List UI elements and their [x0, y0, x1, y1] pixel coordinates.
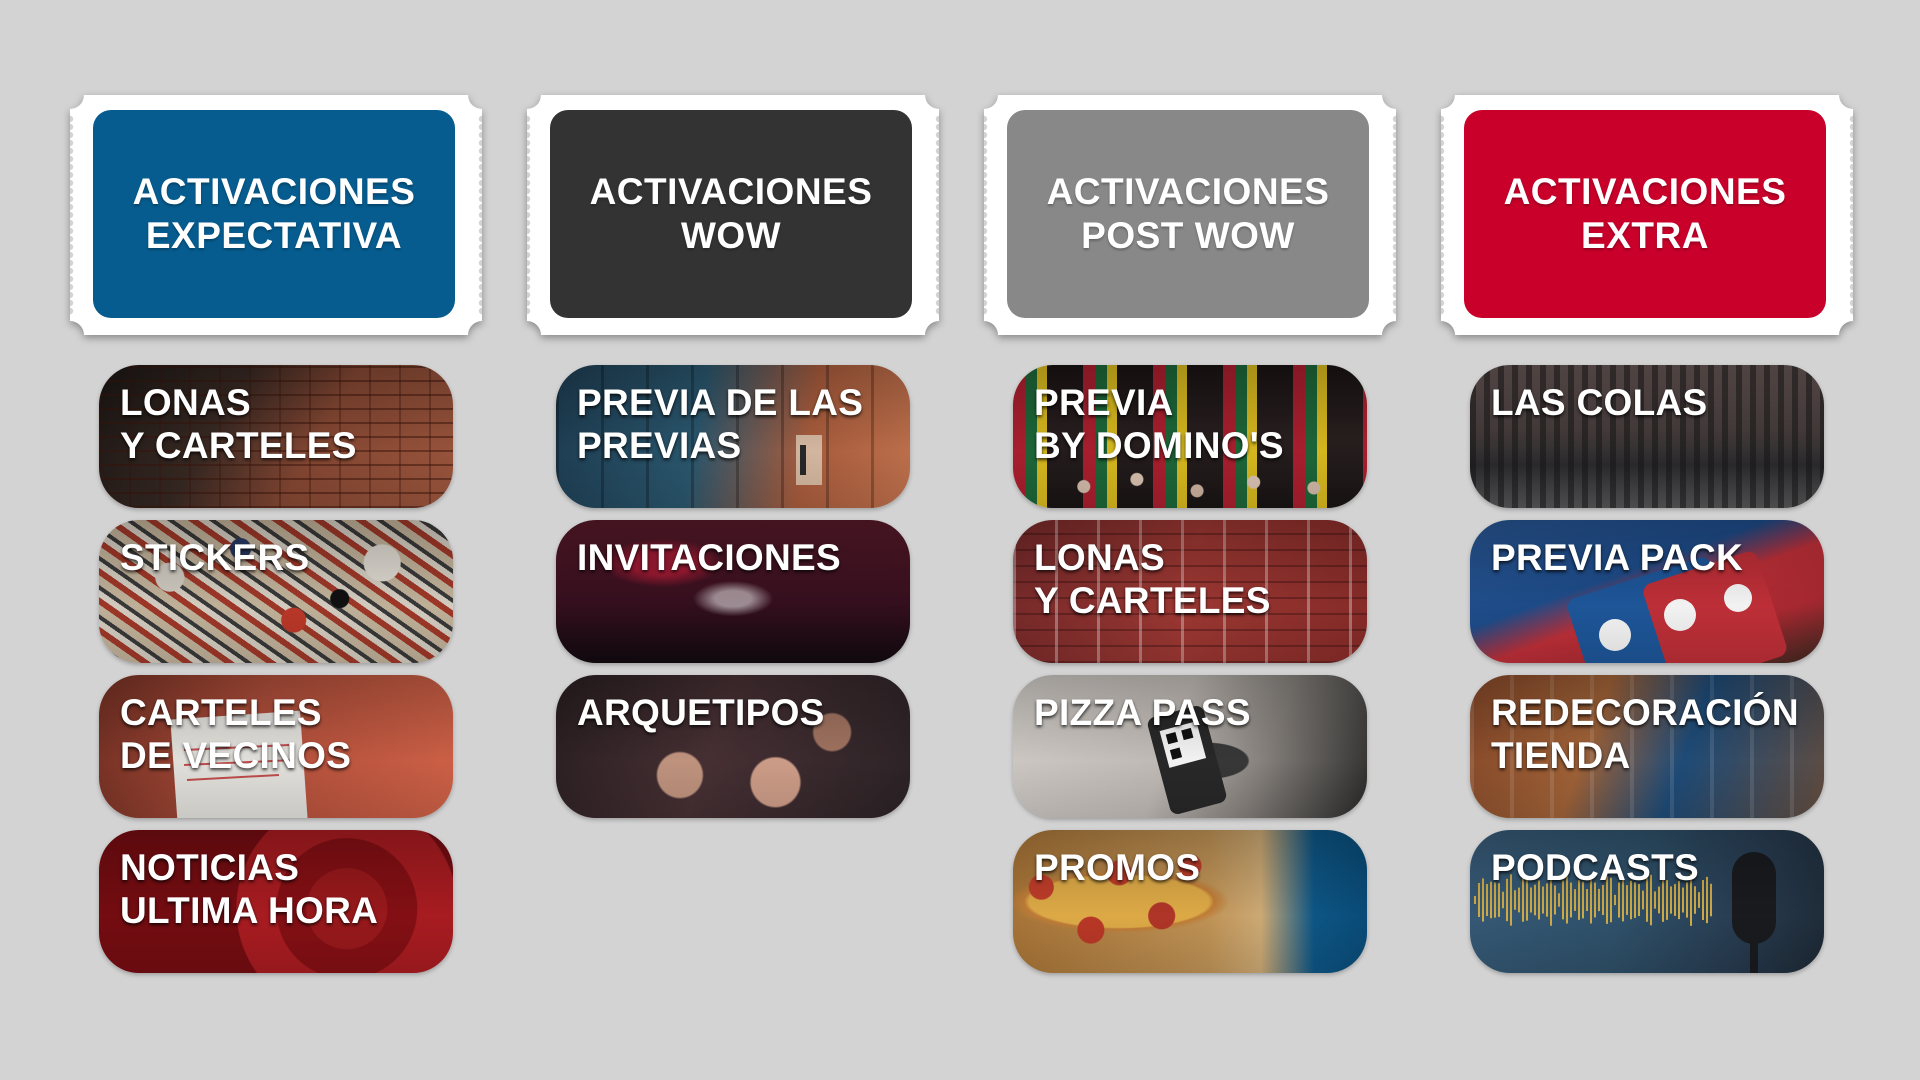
card-label: PROMOS: [1034, 847, 1201, 888]
card-podcasts[interactable]: PODCASTS: [1470, 830, 1824, 973]
activations-board: ACTIVACIONES EXPECTATIVA LONAS Y CARTELE…: [0, 0, 1920, 1080]
card-previa-de-las-previas[interactable]: PREVIA DE LAS PREVIAS: [556, 365, 910, 508]
card-label: ARQUETIPOS: [577, 692, 825, 733]
card-noticias-ultima-hora[interactable]: NOTICIAS ULTIMA HORA: [99, 830, 453, 973]
column-title: ACTIVACIONES WOW: [589, 171, 873, 256]
ticket-inner-wow: ACTIVACIONES WOW: [550, 110, 912, 318]
card-list: PREVIA DE LAS PREVIAS INVITACIONES ARQUE…: [556, 365, 910, 830]
card-list: LONAS Y CARTELES STICKERS CARTELES DE VE…: [99, 365, 453, 985]
card-label: NOTICIAS ULTIMA HORA: [120, 847, 379, 931]
ticket-header-wow: ACTIVACIONES WOW: [527, 95, 939, 335]
card-las-colas[interactable]: LAS COLAS: [1470, 365, 1824, 508]
card-carteles-de-vecinos[interactable]: CARTELES DE VECINOS: [99, 675, 453, 818]
card-redecoracion-tienda[interactable]: REDECORACIÓN TIENDA: [1470, 675, 1824, 818]
card-label: PREVIA BY DOMINO'S: [1034, 382, 1284, 466]
card-label: LONAS Y CARTELES: [120, 382, 357, 466]
card-arquetipos[interactable]: ARQUETIPOS: [556, 675, 910, 818]
column-wow: ACTIVACIONES WOW PREVIA DE LAS PREVIAS I…: [527, 95, 939, 818]
ticket-inner-extra: ACTIVACIONES EXTRA: [1464, 110, 1826, 318]
card-label: PODCASTS: [1491, 847, 1699, 888]
ticket-inner-expectativa: ACTIVACIONES EXPECTATIVA: [93, 110, 455, 318]
ticket-header-expectativa: ACTIVACIONES EXPECTATIVA: [70, 95, 482, 335]
card-lonas-y-carteles-2[interactable]: LONAS Y CARTELES: [1013, 520, 1367, 663]
card-label: INVITACIONES: [577, 537, 841, 578]
column-title: ACTIVACIONES EXTRA: [1503, 171, 1787, 256]
column-extra: ACTIVACIONES EXTRA LAS COLAS PREVIA PACK: [1441, 95, 1853, 973]
card-label: STICKERS: [120, 537, 310, 578]
ticket-header-extra: ACTIVACIONES EXTRA: [1441, 95, 1853, 335]
card-pizza-pass[interactable]: PIZZA PASS: [1013, 675, 1367, 818]
card-label: PIZZA PASS: [1034, 692, 1251, 733]
card-lonas-y-carteles[interactable]: LONAS Y CARTELES: [99, 365, 453, 508]
column-post-wow: ACTIVACIONES POST WOW PREVIA BY DOMINO'S…: [984, 95, 1396, 973]
card-list: PREVIA BY DOMINO'S LONAS Y CARTELES PIZZ…: [1013, 365, 1367, 985]
ticket-header-post-wow: ACTIVACIONES POST WOW: [984, 95, 1396, 335]
column-title: ACTIVACIONES EXPECTATIVA: [132, 171, 416, 256]
card-previa-pack[interactable]: PREVIA PACK: [1470, 520, 1824, 663]
card-label: LONAS Y CARTELES: [1034, 537, 1271, 621]
card-label: LAS COLAS: [1491, 382, 1708, 423]
card-stickers[interactable]: STICKERS: [99, 520, 453, 663]
card-label: REDECORACIÓN TIENDA: [1491, 692, 1799, 776]
card-label: PREVIA DE LAS PREVIAS: [577, 382, 864, 466]
card-invitaciones[interactable]: INVITACIONES: [556, 520, 910, 663]
column-title: ACTIVACIONES POST WOW: [1046, 171, 1330, 256]
card-previa-by-dominos[interactable]: PREVIA BY DOMINO'S: [1013, 365, 1367, 508]
card-list: LAS COLAS PREVIA PACK REDECORACIÓN TIEND…: [1470, 365, 1824, 985]
card-label: PREVIA PACK: [1491, 537, 1744, 578]
card-label: CARTELES DE VECINOS: [120, 692, 352, 776]
card-promos[interactable]: PROMOS: [1013, 830, 1367, 973]
ticket-inner-post-wow: ACTIVACIONES POST WOW: [1007, 110, 1369, 318]
column-expectativa: ACTIVACIONES EXPECTATIVA LONAS Y CARTELE…: [70, 95, 482, 973]
